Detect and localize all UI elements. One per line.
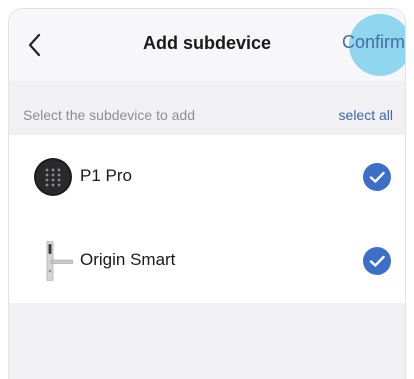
confirm-button[interactable]: Confirm — [342, 32, 405, 53]
keypad-lock-icon — [34, 158, 72, 196]
device-name: Origin Smart — [80, 250, 176, 269]
list-item-p1-pro[interactable]: P1 Pro — [9, 135, 405, 219]
section-header: Select the subdevice to add select all — [9, 105, 405, 127]
list-item-origin-smart[interactable]: Origin Smart — [9, 219, 405, 303]
device-name: P1 Pro — [80, 166, 132, 185]
section-label: Select the subdevice to add — [23, 107, 196, 123]
door-handle-lock-icon — [46, 241, 73, 281]
checkmark-icon[interactable] — [363, 247, 391, 275]
header-bar: Add subdevice Confirm — [9, 9, 405, 81]
checkmark-icon[interactable] — [363, 163, 391, 191]
select-all-button[interactable]: select all — [339, 107, 393, 123]
app-screen: Add subdevice Confirm Select the subdevi… — [8, 8, 406, 379]
device-list: P1 Pro Origin Smart — [9, 135, 405, 303]
